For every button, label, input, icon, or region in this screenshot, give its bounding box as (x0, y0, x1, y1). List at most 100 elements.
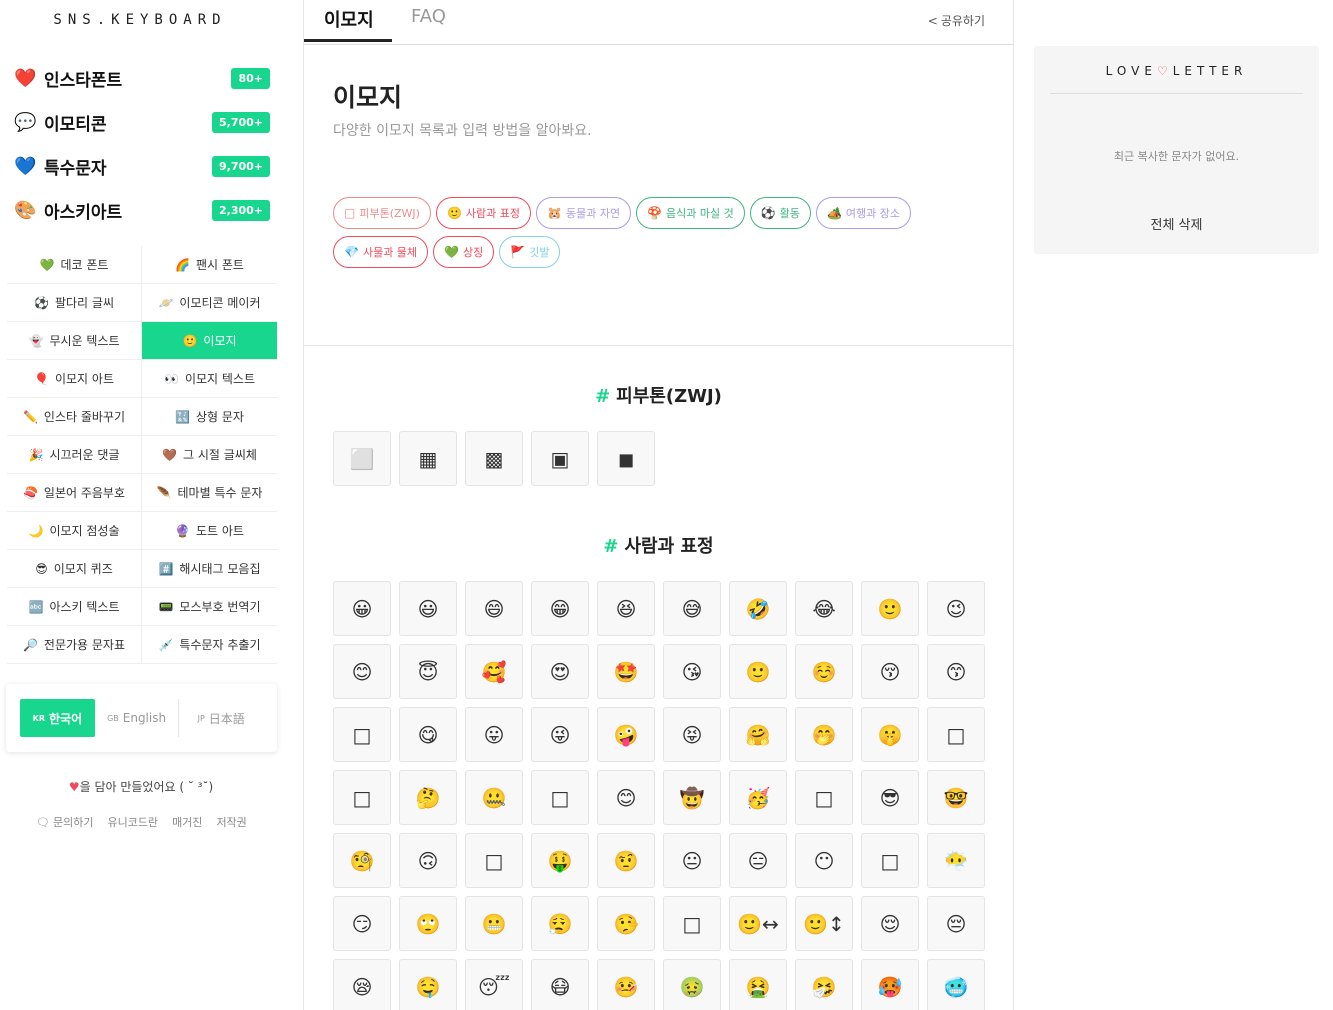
emoji-cell[interactable]: 🤔 (399, 770, 457, 825)
emoji-cell[interactable]: 🙂↕ (795, 896, 853, 951)
sub-nav-item[interactable]: 👀 이모지 텍스트 (142, 360, 277, 398)
emoji-cell[interactable]: 😙 (927, 644, 985, 699)
emoji-cell[interactable]: 😌 (861, 896, 919, 951)
footer-link-contact[interactable]: 🗨 문의하기 (36, 814, 93, 830)
category-chip[interactable]: 💎 사물과 물체 (333, 236, 429, 268)
emoji-cell[interactable]: 😝 (663, 707, 721, 762)
emoji-cell[interactable]: ⬜ (333, 431, 391, 486)
emoji-cell[interactable]: 🤩 (597, 644, 655, 699)
emoji-cell[interactable]: 😍 (531, 644, 589, 699)
emoji-cell[interactable]: 🤠 (663, 770, 721, 825)
emoji-cell[interactable]: 🙃 (399, 833, 457, 888)
sub-nav-item[interactable]: 🪶 테마별 특수 문자 (142, 474, 277, 512)
sub-nav-item[interactable]: 🔮 도트 아트 (142, 512, 277, 550)
language-english[interactable]: GB English (95, 699, 179, 737)
emoji-cell[interactable]: 😋 (399, 707, 457, 762)
emoji-cell[interactable]: 🥰 (465, 644, 523, 699)
emoji-cell[interactable]: 🤢 (663, 959, 721, 1010)
emoji-cell[interactable]: 🤒 (597, 959, 655, 1010)
emoji-cell[interactable]: 🤓 (927, 770, 985, 825)
emoji-cell[interactable]: 😀 (333, 581, 391, 636)
emoji-cell[interactable]: 🙂 (729, 644, 787, 699)
emoji-cell[interactable]: □ (663, 896, 721, 951)
emoji-cell[interactable]: ▣ (531, 431, 589, 486)
emoji-cell[interactable]: 🤤 (399, 959, 457, 1010)
emoji-cell[interactable]: 🙂↔ (729, 896, 787, 951)
sub-nav-item[interactable]: 🪐 이모티콘 메이커 (142, 284, 277, 322)
emoji-cell[interactable]: □ (795, 770, 853, 825)
emoji-cell[interactable]: 😪 (333, 959, 391, 1010)
footer-link-magazine[interactable]: 매거진 (172, 814, 202, 830)
emoji-cell[interactable]: 🤗 (729, 707, 787, 762)
category-chip[interactable]: 🚩 깃발 (499, 236, 561, 268)
footer-link-copyright[interactable]: 저작권 (216, 814, 246, 830)
emoji-cell[interactable]: ▩ (465, 431, 523, 486)
emoji-cell[interactable]: 😐 (663, 833, 721, 888)
emoji-cell[interactable]: 😶‍🌫️ (927, 833, 985, 888)
emoji-cell[interactable]: 🤐 (465, 770, 523, 825)
emoji-cell[interactable]: ☺️ (795, 644, 853, 699)
sub-nav-item[interactable]: 👻 무시운 텍스트 (7, 322, 142, 360)
emoji-cell[interactable]: 🤑 (531, 833, 589, 888)
emoji-cell[interactable]: 🤣 (729, 581, 787, 636)
emoji-cell[interactable]: 😏 (333, 896, 391, 951)
emoji-cell[interactable]: 😶 (795, 833, 853, 888)
sub-nav-item[interactable]: 🍣 일본어 주음부호 (7, 474, 142, 512)
footer-link-unicode[interactable]: 유니코드란 (107, 814, 158, 830)
emoji-cell[interactable]: 🥶 (927, 959, 985, 1010)
emoji-cell[interactable]: 😊 (597, 770, 655, 825)
category-chip[interactable]: 💚 상징 (433, 236, 495, 268)
sub-nav-item[interactable]: 🌙 이모지 점성술 (7, 512, 142, 550)
emoji-cell[interactable]: 😂 (795, 581, 853, 636)
emoji-cell[interactable]: 🤨 (597, 833, 655, 888)
language-japanese[interactable]: JP 日本語 (179, 699, 263, 737)
emoji-cell[interactable]: 😜 (531, 707, 589, 762)
sub-nav-item[interactable]: 🎈 이모지 아트 (7, 360, 142, 398)
emoji-cell[interactable]: 😊 (333, 644, 391, 699)
sub-nav-item[interactable]: ⚽ 팔다리 글씨 (7, 284, 142, 322)
emoji-cell[interactable]: 😷 (531, 959, 589, 1010)
emoji-cell[interactable]: ▦ (399, 431, 457, 486)
sub-nav-item[interactable]: 🔣 상형 문자 (142, 398, 277, 436)
emoji-cell[interactable]: □ (927, 707, 985, 762)
category-chip[interactable]: 🏕️ 여행과 장소 (815, 197, 912, 229)
category-chip[interactable]: 🐹 동물과 자연 (536, 197, 632, 229)
emoji-cell[interactable]: □ (333, 707, 391, 762)
main-nav-item-emoticon[interactable]: 💬 이모티콘 5,700+ (14, 100, 270, 144)
emoji-cell[interactable]: 🤭 (795, 707, 853, 762)
tab-faq[interactable]: FAQ (411, 6, 446, 27)
emoji-cell[interactable]: 😃 (399, 581, 457, 636)
emoji-cell[interactable]: 🤫 (861, 707, 919, 762)
site-logo[interactable]: SNS.KEYBOARD (0, 12, 280, 28)
sub-nav-item[interactable]: 🙂 이모지 (142, 322, 277, 360)
emoji-cell[interactable]: 😅 (663, 581, 721, 636)
sub-nav-item[interactable]: 💉 특수문자 추출기 (142, 626, 277, 664)
sub-nav-item[interactable]: 🎉 시끄러운 댓글 (7, 436, 142, 474)
sub-nav-item[interactable]: 😎 이모지 퀴즈 (7, 550, 142, 588)
emoji-cell[interactable]: 🙂 (861, 581, 919, 636)
emoji-cell[interactable]: 😁 (531, 581, 589, 636)
tab-emoji[interactable]: 이모지 (304, 6, 392, 42)
emoji-cell[interactable]: 🙄 (399, 896, 457, 951)
clear-all-button[interactable]: 전체 삭제 (1034, 214, 1319, 233)
emoji-cell[interactable]: 😑 (729, 833, 787, 888)
emoji-cell[interactable]: 🤮 (729, 959, 787, 1010)
emoji-cell[interactable]: □ (531, 770, 589, 825)
share-button[interactable]: < 공유하기 (928, 12, 985, 29)
main-nav-item-instafont[interactable]: ❤️ 인스타폰트 80+ (14, 56, 270, 100)
emoji-cell[interactable]: 😬 (465, 896, 523, 951)
emoji-cell[interactable]: 😆 (597, 581, 655, 636)
emoji-cell[interactable]: □ (861, 833, 919, 888)
emoji-cell[interactable]: ◼ (597, 431, 655, 486)
emoji-cell[interactable]: 🤥 (597, 896, 655, 951)
emoji-cell[interactable]: 🥵 (861, 959, 919, 1010)
category-chip[interactable]: 🙂 사람과 표정 (435, 197, 532, 229)
emoji-cell[interactable]: 😘 (663, 644, 721, 699)
category-chip[interactable]: 🍄 음식과 마실 것 (636, 197, 745, 229)
emoji-cell[interactable]: 🤧 (795, 959, 853, 1010)
emoji-cell[interactable]: 😔 (927, 896, 985, 951)
emoji-cell[interactable]: 😎 (861, 770, 919, 825)
emoji-cell[interactable]: 😴 (465, 959, 523, 1010)
category-chip[interactable]: ⚽ 활동 (749, 197, 811, 229)
sub-nav-item[interactable]: 🌈 팬시 폰트 (142, 246, 277, 284)
